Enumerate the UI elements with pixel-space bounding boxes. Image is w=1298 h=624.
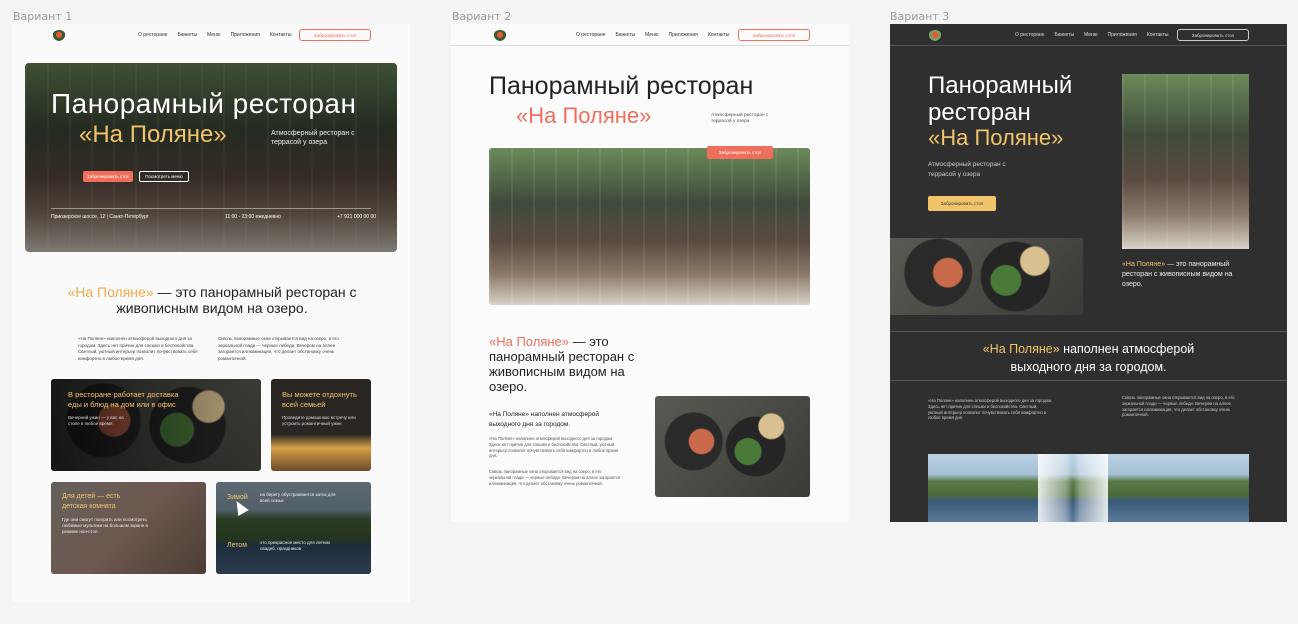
- v1-card-delivery[interactable]: В ресторане работает доставка еды и блюд…: [51, 379, 261, 471]
- v3-para-2: Сквозь панорамные окна открывается вид н…: [1122, 395, 1235, 418]
- v3-nav: О ресторане Банкеты Меню Приложения Конт…: [890, 24, 1287, 46]
- v1-hero-subtitle: Атмосферный ресторан с террасой у озера: [271, 130, 355, 146]
- v1-card-delivery-title: В ресторане работает доставка еды и блюд…: [68, 390, 179, 409]
- v1-para-1: «На Поляне» наполнен атмосферой выходног…: [78, 336, 198, 361]
- v3-book-button[interactable]: Забронировать стол: [928, 196, 996, 211]
- v2-food-image: [655, 396, 810, 497]
- v3-hero-image: [1122, 74, 1249, 249]
- nav-item-banquets[interactable]: Банкеты: [615, 32, 635, 38]
- v1-card-kids[interactable]: Для детей — есть детская комната Где они…: [51, 482, 206, 574]
- v1-card-family-title: Вы можете отдохнуть всей семьей: [282, 390, 357, 409]
- nav-item-about[interactable]: О ресторане: [576, 32, 605, 38]
- v1-hours: 11:00 - 23:00 ежедневно: [225, 214, 281, 220]
- v1-card-winter-text: на берегу обустраивается каток для всей …: [260, 492, 336, 503]
- variant-1-frame[interactable]: О ресторане Банкеты Меню Приложения Конт…: [12, 24, 410, 602]
- v3-side-name: «На Поляне»: [1122, 261, 1166, 268]
- v1-card-family[interactable]: Вы можете отдохнуть всей семьей Проведит…: [271, 379, 371, 471]
- v3-para-1: «На Поляне» наполнен атмосферой выходног…: [928, 398, 1053, 421]
- v2-hero-name: «На Поляне»: [516, 103, 652, 128]
- variant-3-frame[interactable]: О ресторане Банкеты Меню Приложения Конт…: [890, 24, 1287, 522]
- v1-hero-divider: [51, 208, 371, 209]
- v1-hero-menu-button[interactable]: Посмотреть меню: [139, 171, 189, 182]
- variant-1-label: Вариант 1: [13, 10, 73, 23]
- v1-card-summer-label: Летом: [227, 542, 248, 549]
- v3-lake-image: [928, 454, 1249, 522]
- v3-hero-name: «На Поляне»: [928, 125, 1064, 150]
- v1-card-kids-title: Для детей — есть детская комната: [62, 493, 121, 510]
- v1-lead: «На Поляне» — это панорамный ресторан с …: [52, 284, 372, 316]
- book-table-button[interactable]: Забронировать стол: [1177, 29, 1249, 41]
- v2-para-1: «На Поляне» наполнен атмосферой выходног…: [489, 436, 619, 459]
- v1-hero: Панорамный ресторан «На Поляне» Атмосфер…: [25, 63, 397, 252]
- variant-3-label: Вариант 3: [890, 10, 950, 23]
- v3-hero-subtitle: Атмосферный ресторан с террасой у озера: [928, 161, 1006, 178]
- book-table-button[interactable]: Забронировать стол: [299, 29, 371, 41]
- nav-item-menu[interactable]: Меню: [1084, 32, 1098, 38]
- v3-side-text: «На Поляне» — это панорамный ресторан с …: [1122, 260, 1242, 290]
- nav-item-about[interactable]: О ресторане: [138, 32, 167, 38]
- v1-hero-name: «На Поляне»: [79, 121, 227, 148]
- restaurant-logo-icon[interactable]: [493, 30, 507, 42]
- restaurant-logo-icon[interactable]: [52, 30, 66, 42]
- v3-hero-title: Панорамный ресторан: [928, 72, 1073, 126]
- nav-item-banquets[interactable]: Банкеты: [177, 32, 197, 38]
- v2-para-2: Сквозь панорамные окна открывается вид н…: [489, 469, 621, 486]
- v2-lead: «На Поляне» — это панорамный ресторан с …: [489, 334, 659, 394]
- nav-item-contacts[interactable]: Контакты: [1147, 32, 1169, 38]
- v1-lead-name: «На Поляне»: [67, 284, 154, 300]
- v2-hero-title: Панорамный ресторан: [489, 72, 754, 100]
- v1-card-seasons[interactable]: Зимой на берегу обустраивается каток для…: [216, 482, 371, 574]
- nav-item-apps[interactable]: Приложения: [1108, 32, 1137, 38]
- nav-item-menu[interactable]: Меню: [645, 32, 659, 38]
- v2-book-button[interactable]: Забронировать стол: [707, 146, 773, 159]
- v1-para-2: Сквозь панорамные окна открывается вид н…: [218, 336, 339, 361]
- nav-item-contacts[interactable]: Контакты: [708, 32, 730, 38]
- nav-item-banquets[interactable]: Банкеты: [1054, 32, 1074, 38]
- variant-2-label: Вариант 2: [452, 10, 512, 23]
- v3-food-image: [890, 238, 1083, 315]
- nav-item-apps[interactable]: Приложения: [231, 32, 260, 38]
- book-table-button[interactable]: Забронировать стол: [738, 29, 810, 41]
- nav-item-menu[interactable]: Меню: [207, 32, 221, 38]
- v2-hero-subtitle: Атмосферный ресторан с террасой у озера: [711, 113, 769, 124]
- nav-item-apps[interactable]: Приложения: [669, 32, 698, 38]
- v1-nav: О ресторане Банкеты Меню Приложения Конт…: [12, 24, 410, 46]
- nav-item-contacts[interactable]: Контакты: [270, 32, 292, 38]
- restaurant-logo-icon[interactable]: [928, 30, 942, 42]
- v3-band: «На Поляне» наполнен атмосферой выходног…: [890, 331, 1287, 381]
- v2-nav: О ресторане Банкеты Меню Приложения Конт…: [451, 24, 849, 46]
- v1-card-summer-text: это прекрасное место для летних свадеб, …: [260, 540, 331, 551]
- v1-hero-book-button[interactable]: Забронировать стол: [83, 171, 133, 182]
- nav-item-about[interactable]: О ресторане: [1015, 32, 1044, 38]
- v2-lead-name: «На Поляне»: [489, 334, 570, 349]
- v1-phone: +7 921 000 00 00: [337, 214, 377, 220]
- v1-hero-title: Панорамный ресторан: [51, 88, 357, 119]
- v1-address: Приозерское шоссе, 12 | Санкт-Петербург: [51, 214, 149, 220]
- variant-2-frame[interactable]: О ресторане Банкеты Меню Приложения Конт…: [451, 24, 849, 522]
- v1-card-kids-text: Где они смогут поиграть или посмотреть л…: [62, 517, 148, 534]
- v1-card-delivery-text: Вечерний ужин — у вас на столе в любое в…: [68, 415, 124, 426]
- v1-card-family-text: Проведите домашнюю встречу или устроить …: [282, 415, 356, 426]
- v2-hero-image: [489, 148, 810, 305]
- v2-sub-heading: «На Поляне» наполнен атмосферой выходног…: [489, 411, 600, 428]
- v3-band-name: «На Поляне»: [982, 342, 1060, 356]
